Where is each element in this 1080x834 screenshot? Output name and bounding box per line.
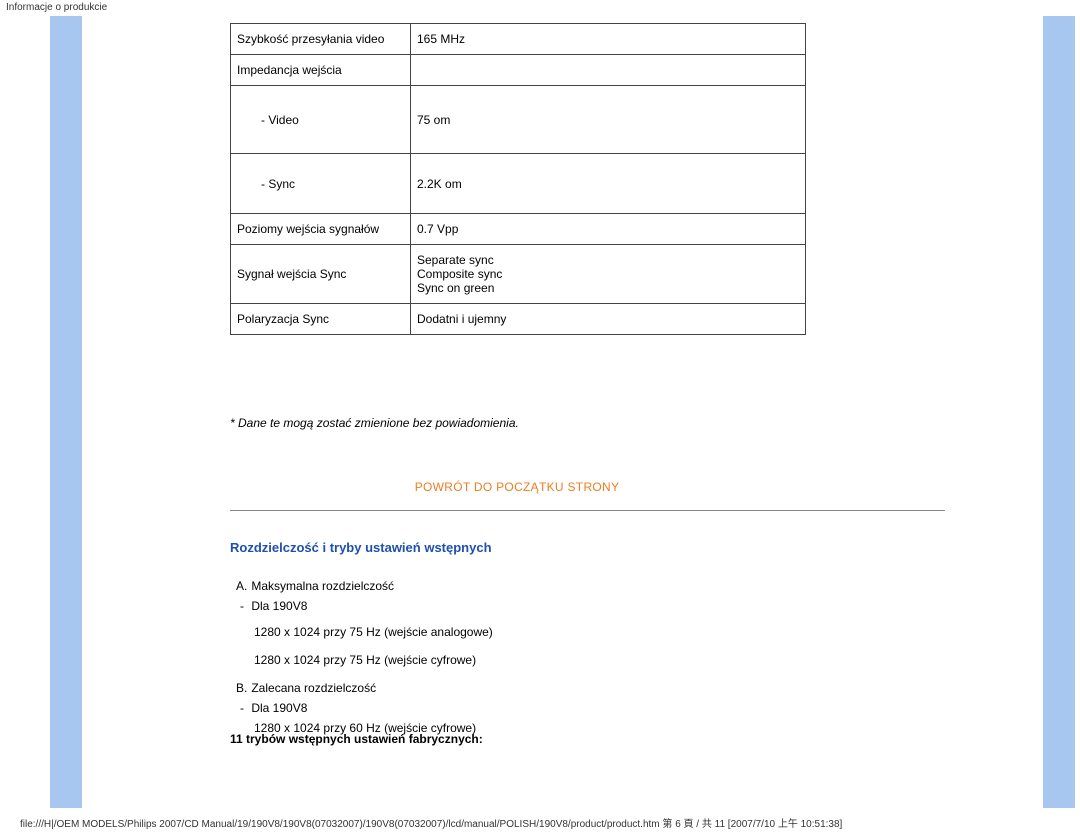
section-heading-resolution: Rozdzielczość i tryby ustawień wstępnych	[230, 540, 492, 555]
spec-value: Separate sync Composite sync Sync on gre…	[411, 245, 806, 304]
specification-table: Szybkość przesyłania video 165 MHz Imped…	[230, 23, 806, 335]
spec-value: 2.2K om	[411, 154, 806, 214]
list-item: - Dla 190V8	[230, 596, 493, 616]
table-row: Sygnał wejścia Sync Separate sync Compos…	[231, 245, 806, 304]
list-item: - Dla 190V8	[230, 698, 493, 718]
back-to-top-link[interactable]: POWRÓT DO POCZĄTKU STRONY	[415, 480, 620, 494]
list-text: Dla 190V8	[251, 599, 307, 613]
list-marker-b: B.	[230, 678, 248, 698]
table-row: Poziomy wejścia sygnałów 0.7 Vpp	[231, 214, 806, 245]
spec-label: Impedancja wejścia	[231, 55, 411, 86]
table-row: Polaryzacja Sync Dodatni i ujemny	[231, 304, 806, 335]
spec-label: Szybkość przesyłania video	[231, 24, 411, 55]
list-item: 1280 x 1024 przy 75 Hz (wejście cyfrowe)	[230, 650, 493, 670]
back-to-top-container: POWRÓT DO POCZĄTKU STRONY	[82, 480, 952, 494]
list-item: A. Maksymalna rozdzielczość	[230, 576, 493, 596]
spec-value: Dodatni i ujemny	[411, 304, 806, 335]
left-margin-band	[50, 16, 82, 808]
right-margin-band	[1043, 16, 1075, 808]
content-area: Szybkość przesyłania video 165 MHz Imped…	[82, 16, 1040, 808]
list-text: Maksymalna rozdzielczość	[251, 579, 394, 593]
list-text: Zalecana rozdzielczość	[251, 681, 376, 695]
table-row: Szybkość przesyłania video 165 MHz	[231, 24, 806, 55]
table-row: Impedancja wejścia	[231, 55, 806, 86]
spec-value: 75 om	[411, 86, 806, 154]
table-row: - Video 75 om	[231, 86, 806, 154]
list-text: 1280 x 1024 przy 75 Hz (wejście analogow…	[254, 625, 493, 639]
spec-label: Polaryzacja Sync	[231, 304, 411, 335]
document-header: Informacje o produkcie	[6, 2, 107, 13]
list-item: 1280 x 1024 przy 75 Hz (wejście analogow…	[230, 622, 493, 642]
list-marker-dash: -	[230, 698, 248, 718]
resolution-block: A. Maksymalna rozdzielczość - Dla 190V8 …	[230, 576, 493, 738]
table-row: - Sync 2.2K om	[231, 154, 806, 214]
document-footer-path: file:///H|/OEM MODELS/Philips 2007/CD Ma…	[20, 815, 1060, 830]
spec-value: 0.7 Vpp	[411, 214, 806, 245]
spec-value: 165 MHz	[411, 24, 806, 55]
list-text: Dla 190V8	[251, 701, 307, 715]
spec-label: - Video	[231, 86, 411, 154]
factory-presets-heading: 11 trybów wstępnych ustawień fabrycznych…	[230, 732, 483, 746]
list-marker-dash: -	[230, 596, 248, 616]
horizontal-divider	[230, 510, 945, 511]
list-item: B. Zalecana rozdzielczość	[230, 678, 493, 698]
list-text: 1280 x 1024 przy 75 Hz (wejście cyfrowe)	[254, 653, 476, 667]
spec-label: - Sync	[231, 154, 411, 214]
spec-value	[411, 55, 806, 86]
list-marker-a: A.	[230, 576, 248, 596]
spec-label: Poziomy wejścia sygnałów	[231, 214, 411, 245]
disclaimer-text: * Dane te mogą zostać zmienione bez powi…	[230, 416, 519, 430]
spec-label: Sygnał wejścia Sync	[231, 245, 411, 304]
